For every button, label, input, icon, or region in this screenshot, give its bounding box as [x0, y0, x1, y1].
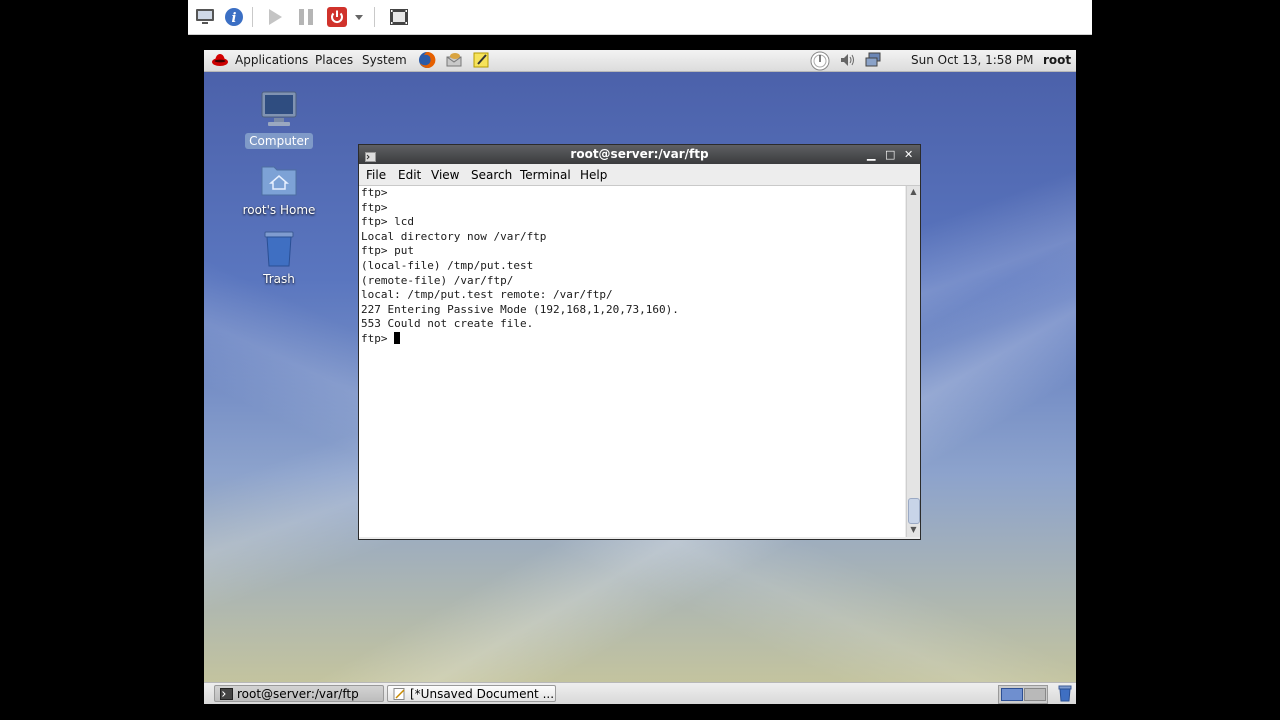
- computer-icon: [259, 90, 299, 130]
- home-folder-icon: [259, 161, 299, 199]
- volume-icon[interactable]: [839, 51, 857, 69]
- trash-icon: [259, 228, 299, 268]
- workspace-switcher[interactable]: [998, 685, 1048, 704]
- vm-toolbar: i: [188, 0, 1092, 35]
- workspace-1[interactable]: [1001, 688, 1023, 701]
- firefox-icon[interactable]: [418, 51, 436, 69]
- top-panel: Applications Places System Sun Oct 13, 1…: [204, 50, 1076, 72]
- trash-applet-icon[interactable]: [1057, 685, 1073, 702]
- redhat-logo-icon: [211, 51, 229, 69]
- terminal-app-icon: [220, 688, 233, 700]
- menu-edit[interactable]: Edit: [398, 168, 421, 182]
- window-title: root@server:/var/ftp: [570, 147, 709, 161]
- terminal-line: (local-file) /tmp/put.test: [361, 258, 534, 272]
- play-icon[interactable]: [264, 6, 286, 28]
- terminal-prompt-line[interactable]: ftp>: [361, 331, 905, 347]
- guest-desktop: Applications Places System Sun Oct 13, 1…: [204, 50, 1076, 704]
- pause-icon[interactable]: [295, 6, 317, 28]
- terminal-line: 227 Entering Passive Mode (192,168,1,20,…: [361, 302, 679, 316]
- toolbar-separator: [374, 7, 375, 27]
- taskbar-item-document[interactable]: [*Unsaved Document ...: [387, 685, 556, 702]
- toolbar-separator: [252, 7, 253, 27]
- terminal-app-icon: [365, 149, 376, 162]
- terminal-line: ftp> lcd: [361, 215, 414, 229]
- desktop-icon-label: root's Home: [242, 203, 316, 217]
- terminal-line: 553 Could not create file.: [361, 317, 534, 331]
- terminal-line: ftp> put: [361, 244, 414, 258]
- network-status-icon[interactable]: [810, 51, 830, 71]
- network-manager-icon[interactable]: [864, 51, 882, 69]
- taskbar-item-label: [*Unsaved Document ...: [410, 687, 555, 701]
- power-icon[interactable]: [326, 6, 348, 28]
- system-menu[interactable]: System: [362, 53, 407, 67]
- terminal-window[interactable]: root@server:/var/ftp ▁ □ ✕ File Edit Vie…: [358, 144, 921, 540]
- menu-terminal[interactable]: Terminal: [520, 168, 571, 182]
- menu-view[interactable]: View: [431, 168, 459, 182]
- text-cursor: [394, 331, 401, 344]
- terminal-line: (remote-file) /var/ftp/: [361, 273, 514, 287]
- terminal-output[interactable]: ftp> ftp> ftp> lcd Local directory now /var…: [359, 186, 905, 537]
- text-editor-icon[interactable]: [472, 51, 490, 69]
- close-icon[interactable]: ✕: [904, 145, 913, 164]
- scroll-up-icon[interactable]: ▲: [907, 186, 920, 198]
- clock[interactable]: Sun Oct 13, 1:58 PM: [911, 53, 1033, 67]
- user-menu[interactable]: root: [1043, 53, 1071, 67]
- desktop-icon-label: Trash: [263, 272, 295, 286]
- menu-search[interactable]: Search: [471, 168, 512, 182]
- mail-client-icon[interactable]: [445, 51, 463, 69]
- desktop-icon-trash[interactable]: Trash: [237, 228, 321, 287]
- text-editor-icon: [393, 688, 406, 700]
- desktop-icon-label: Computer: [245, 133, 313, 149]
- monitor-icon[interactable]: [194, 6, 216, 28]
- places-menu[interactable]: Places: [315, 53, 353, 67]
- applications-menu[interactable]: Applications: [235, 53, 308, 67]
- terminal-titlebar[interactable]: root@server:/var/ftp ▁ □ ✕: [359, 145, 920, 164]
- taskbar-item-label: root@server:/var/ftp: [237, 687, 359, 701]
- bottom-panel: root@server:/var/ftp [*Unsaved Document …: [204, 682, 1076, 704]
- scrollbar-thumb[interactable]: [908, 498, 920, 524]
- film-icon[interactable]: [388, 6, 410, 28]
- workspace-2[interactable]: [1024, 688, 1046, 701]
- menu-file[interactable]: File: [366, 168, 386, 182]
- dropdown-arrow-icon[interactable]: [353, 6, 365, 28]
- scroll-down-icon[interactable]: ▼: [907, 524, 920, 536]
- terminal-line: Local directory now /var/ftp: [361, 229, 547, 243]
- minimize-icon[interactable]: ▁: [867, 145, 875, 164]
- terminal-menubar: File Edit View Search Terminal Help: [359, 164, 920, 186]
- desktop-icon-computer[interactable]: Computer: [237, 90, 321, 149]
- svg-text:i: i: [232, 11, 237, 26]
- menu-help[interactable]: Help: [580, 168, 607, 182]
- desktop-icon-home[interactable]: root's Home: [237, 161, 321, 218]
- terminal-line: local: /tmp/put.test remote: /var/ftp/: [361, 288, 613, 302]
- maximize-icon[interactable]: □: [885, 145, 895, 164]
- info-icon[interactable]: i: [223, 6, 245, 28]
- terminal-line: ftp>: [361, 200, 388, 214]
- terminal-line: ftp>: [361, 186, 388, 199]
- taskbar-item-terminal[interactable]: root@server:/var/ftp: [214, 685, 384, 702]
- scrollbar[interactable]: ▲ ▼: [906, 186, 920, 537]
- terminal-prompt: ftp>: [361, 331, 395, 345]
